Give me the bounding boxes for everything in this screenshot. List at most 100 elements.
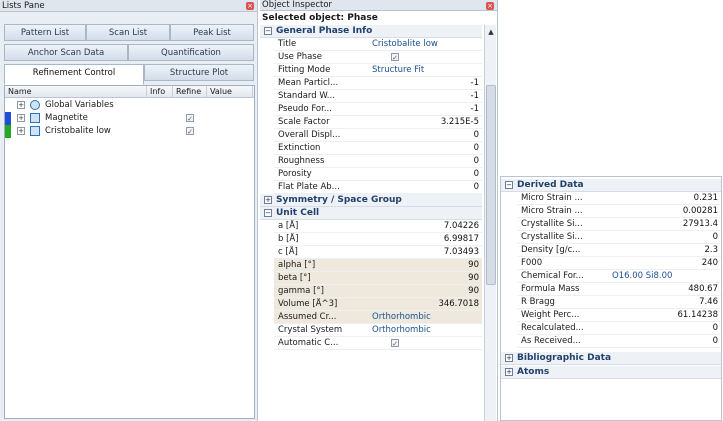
property-value[interactable]: 2.3 bbox=[609, 244, 721, 257]
property-row[interactable]: Scale Factor 3.215E-5 bbox=[274, 116, 482, 129]
property-row[interactable]: Crystallite Si... 0 bbox=[517, 231, 721, 244]
symmetry-space-group-expand-icon[interactable]: + bbox=[264, 196, 272, 204]
property-value[interactable]: 0 bbox=[369, 168, 482, 181]
property-value[interactable]: 90 bbox=[369, 285, 482, 298]
property-row[interactable]: As Received... 0 bbox=[517, 335, 721, 348]
property-value[interactable]: 3.215E-5 bbox=[369, 116, 482, 129]
property-value[interactable]: 0 bbox=[369, 155, 482, 168]
column-header-info[interactable]: Info bbox=[147, 86, 173, 98]
property-value[interactable]: 0.00281 bbox=[609, 205, 721, 218]
property-row[interactable]: F000 240 bbox=[517, 257, 721, 270]
tab-refinement-control[interactable]: Refinement Control bbox=[4, 64, 144, 85]
property-value[interactable]: -1 bbox=[369, 90, 482, 103]
property-row[interactable]: c [Å] 7.03493 bbox=[274, 246, 482, 259]
property-value[interactable]: 7.04226 bbox=[369, 220, 482, 233]
property-row[interactable]: alpha [°] 90 bbox=[274, 259, 482, 272]
scroll-up-icon[interactable]: ▲ bbox=[486, 27, 496, 37]
column-header-refine[interactable]: Refine bbox=[173, 86, 207, 98]
property-value[interactable]: 240 bbox=[609, 257, 721, 270]
expand-icon[interactable]: + bbox=[17, 127, 25, 135]
property-row[interactable]: Crystallite Si... 27913.4 bbox=[517, 218, 721, 231]
property-value[interactable]: 0 bbox=[369, 181, 482, 194]
scrollbar-thumb[interactable] bbox=[486, 85, 496, 285]
tab-anchor-scan-data[interactable]: Anchor Scan Data bbox=[4, 44, 128, 61]
property-row[interactable]: Volume [Å^3] 346.7018 bbox=[274, 298, 482, 311]
tree-row-magnetite[interactable]: + Magnetite ✓ bbox=[5, 112, 254, 125]
refine-checkbox[interactable]: ✓ bbox=[186, 127, 194, 136]
property-checkbox[interactable]: ✓ bbox=[391, 53, 399, 62]
property-value[interactable]: 61.14238 bbox=[609, 309, 721, 322]
property-value[interactable]: O16.00 Si8.00 bbox=[609, 270, 721, 283]
property-value[interactable]: Structure Fit bbox=[369, 64, 482, 77]
property-checkbox[interactable]: ✓ bbox=[391, 339, 399, 348]
property-row[interactable]: Porosity 0 bbox=[274, 168, 482, 181]
expand-icon[interactable]: + bbox=[17, 101, 25, 109]
property-grid[interactable]: − General Phase Info Title Cristobalite low… bbox=[260, 25, 482, 421]
property-row[interactable]: Mean Particl... -1 bbox=[274, 77, 482, 90]
property-row[interactable]: Recalculated... 0 bbox=[517, 322, 721, 335]
property-value[interactable]: 6.99817 bbox=[369, 233, 482, 246]
property-row[interactable]: Micro Strain ... 0.00281 bbox=[517, 205, 721, 218]
property-row[interactable]: Crystal System Orthorhombic bbox=[274, 324, 482, 337]
bibliographic-data-category[interactable]: + Bibliographic Data bbox=[501, 352, 721, 365]
property-value[interactable]: 0 bbox=[609, 335, 721, 348]
tab-scan-list[interactable]: Scan List bbox=[86, 24, 170, 41]
tab-quantification[interactable]: Quantification bbox=[128, 44, 254, 61]
property-row[interactable]: Title Cristobalite low bbox=[274, 38, 482, 51]
unit-cell-collapse-icon[interactable]: − bbox=[264, 209, 272, 217]
property-row[interactable]: Weight Perc... 61.14238 bbox=[517, 309, 721, 322]
property-value[interactable]: Orthorhombic bbox=[369, 324, 482, 337]
inspector-close-icon[interactable]: × bbox=[486, 2, 494, 10]
property-row[interactable]: Overall Displ... 0 bbox=[274, 129, 482, 142]
property-value[interactable]: 27913.4 bbox=[609, 218, 721, 231]
property-value[interactable]: 90 bbox=[369, 259, 482, 272]
property-value[interactable]: 0.231 bbox=[609, 192, 721, 205]
inspector-scrollbar[interactable]: ▲ bbox=[484, 25, 496, 421]
property-row[interactable]: Fitting Mode Structure Fit bbox=[274, 64, 482, 77]
property-value[interactable]: -1 bbox=[369, 103, 482, 116]
bibliographic-data-expand-icon[interactable]: + bbox=[505, 354, 513, 362]
refinement-tree[interactable]: Name Info Refine Value + Global Variable… bbox=[4, 85, 255, 419]
property-row[interactable]: b [Å] 6.99817 bbox=[274, 233, 482, 246]
property-value[interactable]: 480.67 bbox=[609, 283, 721, 296]
property-row[interactable]: Micro Strain ... 0.231 bbox=[517, 192, 721, 205]
property-row[interactable]: Assumed Cr... Orthorhombic bbox=[274, 311, 482, 324]
tab-peak-list[interactable]: Peak List bbox=[170, 24, 254, 41]
property-row[interactable]: Standard W... -1 bbox=[274, 90, 482, 103]
property-value[interactable]: 346.7018 bbox=[369, 298, 482, 311]
property-row[interactable]: Formula Mass 480.67 bbox=[517, 283, 721, 296]
property-row[interactable]: beta [°] 90 bbox=[274, 272, 482, 285]
lists-pane-close-icon[interactable]: × bbox=[246, 2, 254, 10]
atoms-category[interactable]: + Atoms bbox=[501, 366, 721, 379]
tab-pattern-list[interactable]: Pattern List bbox=[4, 24, 86, 41]
property-row[interactable]: a [Å] 7.04226 bbox=[274, 220, 482, 233]
expand-icon[interactable]: + bbox=[17, 114, 25, 122]
property-value[interactable]: 7.46 bbox=[609, 296, 721, 309]
property-value[interactable]: 7.03493 bbox=[369, 246, 482, 259]
property-row[interactable]: Extinction 0 bbox=[274, 142, 482, 155]
property-row[interactable]: Pseudo For... -1 bbox=[274, 103, 482, 116]
property-row[interactable]: Roughness 0 bbox=[274, 155, 482, 168]
general-phase-info-collapse-icon[interactable]: − bbox=[264, 27, 272, 35]
property-row[interactable]: R Bragg 7.46 bbox=[517, 296, 721, 309]
tab-structure-plot[interactable]: Structure Plot bbox=[144, 64, 254, 81]
general-phase-info-category[interactable]: − General Phase Info bbox=[260, 25, 482, 38]
derived-data-collapse-icon[interactable]: − bbox=[505, 181, 513, 189]
unit-cell-category[interactable]: − Unit Cell bbox=[260, 207, 482, 220]
property-row[interactable]: Use Phase ✓ bbox=[274, 51, 482, 64]
property-row[interactable]: Density [g/c... 2.3 bbox=[517, 244, 721, 257]
property-value[interactable]: 0 bbox=[609, 322, 721, 335]
atoms-expand-icon[interactable]: + bbox=[505, 368, 513, 376]
property-value[interactable]: 0 bbox=[609, 231, 721, 244]
tree-row-global-variables[interactable]: + Global Variables bbox=[5, 99, 254, 112]
refine-checkbox[interactable]: ✓ bbox=[186, 114, 194, 123]
property-row[interactable]: Chemical For... O16.00 Si8.00 bbox=[517, 270, 721, 283]
column-header-name[interactable]: Name bbox=[5, 86, 147, 98]
property-value[interactable]: 0 bbox=[369, 129, 482, 142]
property-value[interactable]: Orthorhombic bbox=[369, 311, 482, 324]
property-row[interactable]: Automatic C... ✓ bbox=[274, 337, 482, 350]
property-value[interactable]: 0 bbox=[369, 142, 482, 155]
symmetry-space-group-category[interactable]: + Symmetry / Space Group bbox=[260, 194, 482, 207]
column-header-value[interactable]: Value bbox=[207, 86, 253, 98]
property-value[interactable]: -1 bbox=[369, 77, 482, 90]
